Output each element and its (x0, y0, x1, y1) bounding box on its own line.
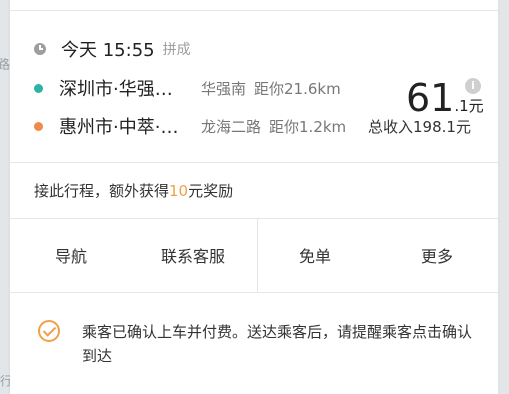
order-price: 61 .1元 (406, 78, 484, 118)
navigate-button[interactable]: 导航 (10, 218, 132, 292)
action-bar: 导航 联系客服 免单 更多 (10, 218, 498, 292)
notice-text: 乘客已确认上车并付费。送达乘客后，请提醒乘客点击确认到达 (82, 323, 473, 365)
reward-prefix: 接此行程，额外获得 (34, 182, 170, 200)
pickup-address: 深圳市·华强… (59, 79, 173, 100)
dropoff-row: 惠州市·中萃·… 龙海二路 距你1.2km (34, 113, 346, 139)
map-edge-right (499, 0, 509, 394)
pickup-distance: 距你21.6km (254, 79, 341, 98)
dropoff-distance: 距你1.2km (269, 117, 347, 136)
more-button[interactable]: 更多 (376, 218, 498, 292)
dropoff-address: 惠州市·中萃·… (59, 117, 179, 138)
order-card: 今天 15:55 拼成 深圳市·华强… 华强南 距你21.6km 惠州市·中萃·… (10, 0, 498, 394)
map-label: 路 (0, 58, 11, 73)
waive-fare-button[interactable]: 免单 (254, 218, 376, 292)
top-divider (10, 10, 498, 11)
check-circle-icon (38, 320, 60, 342)
pickup-detail: 华强南 (201, 79, 247, 98)
reward-amount: 10 (169, 182, 189, 200)
reward-text: 接此行程，额外获得10元奖励 (34, 180, 233, 201)
clock-icon (34, 43, 46, 55)
dropoff-dot-icon (34, 121, 43, 131)
status-notice: 乘客已确认上车并付费。送达乘客后，请提醒乘客点击确认到达 (10, 292, 498, 394)
pickup-row: 深圳市·华强… 华强南 距你21.6km (34, 75, 341, 101)
order-time: 今天 15:55 (61, 40, 155, 61)
action-separator (257, 218, 258, 292)
reward-suffix: 元奖励 (188, 182, 234, 200)
total-income: 总收入198.1元 (368, 118, 471, 136)
dropoff-detail: 龙海二路 (201, 117, 262, 136)
contact-support-button[interactable]: 联系客服 (132, 218, 254, 292)
price-integer: 61 (406, 76, 455, 120)
divider (10, 162, 498, 163)
price-decimal: .1元 (454, 97, 484, 115)
order-time-row: 今天 15:55 拼成 (34, 36, 191, 62)
pickup-dot-icon (34, 83, 43, 93)
order-type-tag: 拼成 (162, 42, 191, 58)
